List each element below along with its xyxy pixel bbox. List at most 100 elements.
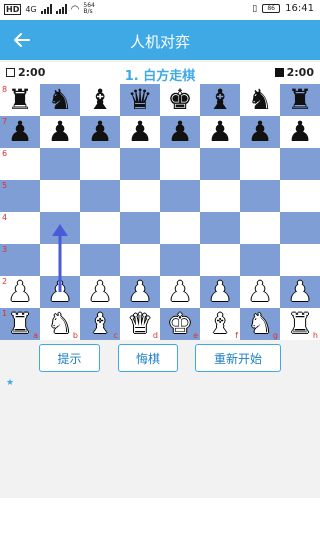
square-a5[interactable]: 5 bbox=[0, 180, 40, 212]
square-b1[interactable]: b ♞ bbox=[40, 308, 80, 340]
square-c2[interactable]: ♟ bbox=[80, 276, 120, 308]
square-h3[interactable] bbox=[280, 244, 320, 276]
white-pawn-icon[interactable]: ♟ bbox=[287, 277, 312, 307]
square-h7[interactable]: ♟ bbox=[280, 116, 320, 148]
square-e8[interactable]: ♚ bbox=[160, 84, 200, 116]
black-knight-icon[interactable]: ♞ bbox=[47, 85, 72, 115]
square-d2[interactable]: ♟ bbox=[120, 276, 160, 308]
square-c4[interactable] bbox=[80, 212, 120, 244]
square-f1[interactable]: f ♝ bbox=[200, 308, 240, 340]
square-e5[interactable] bbox=[160, 180, 200, 212]
black-bishop-icon[interactable]: ♝ bbox=[87, 85, 112, 115]
restart-button[interactable]: 重新开始 bbox=[195, 344, 281, 372]
square-f3[interactable] bbox=[200, 244, 240, 276]
white-king-icon[interactable]: ♚ bbox=[167, 309, 192, 339]
square-b4[interactable] bbox=[40, 212, 80, 244]
black-rook-icon[interactable]: ♜ bbox=[287, 85, 312, 115]
black-pawn-icon[interactable]: ♟ bbox=[127, 117, 152, 147]
square-c5[interactable] bbox=[80, 180, 120, 212]
square-b5[interactable] bbox=[40, 180, 80, 212]
square-d6[interactable] bbox=[120, 148, 160, 180]
square-c7[interactable]: ♟ bbox=[80, 116, 120, 148]
square-d4[interactable] bbox=[120, 212, 160, 244]
square-h5[interactable] bbox=[280, 180, 320, 212]
square-g1[interactable]: g ♞ bbox=[240, 308, 280, 340]
square-b8[interactable]: ♞ bbox=[40, 84, 80, 116]
black-pawn-icon[interactable]: ♟ bbox=[47, 117, 72, 147]
white-knight-icon[interactable]: ♞ bbox=[247, 309, 272, 339]
white-pawn-icon[interactable]: ♟ bbox=[167, 277, 192, 307]
square-c1[interactable]: c ♝ bbox=[80, 308, 120, 340]
square-g5[interactable] bbox=[240, 180, 280, 212]
square-d7[interactable]: ♟ bbox=[120, 116, 160, 148]
square-f4[interactable] bbox=[200, 212, 240, 244]
square-f8[interactable]: ♝ bbox=[200, 84, 240, 116]
square-d5[interactable] bbox=[120, 180, 160, 212]
black-bishop-icon[interactable]: ♝ bbox=[207, 85, 232, 115]
square-f7[interactable]: ♟ bbox=[200, 116, 240, 148]
square-a4[interactable]: 4 bbox=[0, 212, 40, 244]
black-pawn-icon[interactable]: ♟ bbox=[87, 117, 112, 147]
black-pawn-icon[interactable]: ♟ bbox=[287, 117, 312, 147]
white-knight-icon[interactable]: ♞ bbox=[47, 309, 72, 339]
square-b2[interactable]: ♟ bbox=[40, 276, 80, 308]
square-a1[interactable]: 1 a ♜ bbox=[0, 308, 40, 340]
square-f6[interactable] bbox=[200, 148, 240, 180]
square-a2[interactable]: 2 ♟ bbox=[0, 276, 40, 308]
white-pawn-icon[interactable]: ♟ bbox=[207, 277, 232, 307]
black-rook-icon[interactable]: ♜ bbox=[7, 85, 32, 115]
white-pawn-icon[interactable]: ♟ bbox=[47, 277, 72, 307]
square-e3[interactable] bbox=[160, 244, 200, 276]
white-pawn-icon[interactable]: ♟ bbox=[7, 277, 32, 307]
square-g7[interactable]: ♟ bbox=[240, 116, 280, 148]
square-d8[interactable]: ♛ bbox=[120, 84, 160, 116]
chess-board[interactable]: 8 ♜ ♞ ♝ ♛ ♚ ♝ ♞ ♜ 7 ♟ ♟ ♟ ♟ ♟ ♟ ♟ ♟ 6 5 4 3 2 ♟ ♟ ♟ ♟ ♟ ♟ ♟ ♟ 1 a ♜ b ♞ c ♝ d ♛… bbox=[0, 84, 320, 340]
square-e7[interactable]: ♟ bbox=[160, 116, 200, 148]
square-a6[interactable]: 6 bbox=[0, 148, 40, 180]
square-f5[interactable] bbox=[200, 180, 240, 212]
square-d1[interactable]: d ♛ bbox=[120, 308, 160, 340]
square-c6[interactable] bbox=[80, 148, 120, 180]
square-b7[interactable]: ♟ bbox=[40, 116, 80, 148]
black-pawn-icon[interactable]: ♟ bbox=[207, 117, 232, 147]
square-a8[interactable]: 8 ♜ bbox=[0, 84, 40, 116]
white-queen-icon[interactable]: ♛ bbox=[127, 309, 152, 339]
square-g8[interactable]: ♞ bbox=[240, 84, 280, 116]
square-h2[interactable]: ♟ bbox=[280, 276, 320, 308]
square-e4[interactable] bbox=[160, 212, 200, 244]
square-b3[interactable] bbox=[40, 244, 80, 276]
white-rook-icon[interactable]: ♜ bbox=[7, 309, 32, 339]
white-bishop-icon[interactable]: ♝ bbox=[207, 309, 232, 339]
black-queen-icon[interactable]: ♛ bbox=[127, 85, 152, 115]
square-e2[interactable]: ♟ bbox=[160, 276, 200, 308]
black-pawn-icon[interactable]: ♟ bbox=[167, 117, 192, 147]
white-pawn-icon[interactable]: ♟ bbox=[127, 277, 152, 307]
square-c3[interactable] bbox=[80, 244, 120, 276]
square-b6[interactable] bbox=[40, 148, 80, 180]
square-g3[interactable] bbox=[240, 244, 280, 276]
white-bishop-icon[interactable]: ♝ bbox=[87, 309, 112, 339]
square-d3[interactable] bbox=[120, 244, 160, 276]
black-pawn-icon[interactable]: ♟ bbox=[7, 117, 32, 147]
square-h4[interactable] bbox=[280, 212, 320, 244]
white-pawn-icon[interactable]: ♟ bbox=[247, 277, 272, 307]
square-e1[interactable]: e ♚ bbox=[160, 308, 200, 340]
black-knight-icon[interactable]: ♞ bbox=[247, 85, 272, 115]
square-h8[interactable]: ♜ bbox=[280, 84, 320, 116]
square-g2[interactable]: ♟ bbox=[240, 276, 280, 308]
square-g6[interactable] bbox=[240, 148, 280, 180]
square-a3[interactable]: 3 bbox=[0, 244, 40, 276]
square-c8[interactable]: ♝ bbox=[80, 84, 120, 116]
square-h1[interactable]: h ♜ bbox=[280, 308, 320, 340]
undo-button[interactable]: 悔棋 bbox=[118, 344, 178, 372]
white-pawn-icon[interactable]: ♟ bbox=[87, 277, 112, 307]
square-g4[interactable] bbox=[240, 212, 280, 244]
square-e6[interactable] bbox=[160, 148, 200, 180]
square-a7[interactable]: 7 ♟ bbox=[0, 116, 40, 148]
black-king-icon[interactable]: ♚ bbox=[167, 85, 192, 115]
white-rook-icon[interactable]: ♜ bbox=[287, 309, 312, 339]
square-h6[interactable] bbox=[280, 148, 320, 180]
black-pawn-icon[interactable]: ♟ bbox=[247, 117, 272, 147]
hint-button[interactable]: 提示 bbox=[39, 344, 100, 372]
square-f2[interactable]: ♟ bbox=[200, 276, 240, 308]
